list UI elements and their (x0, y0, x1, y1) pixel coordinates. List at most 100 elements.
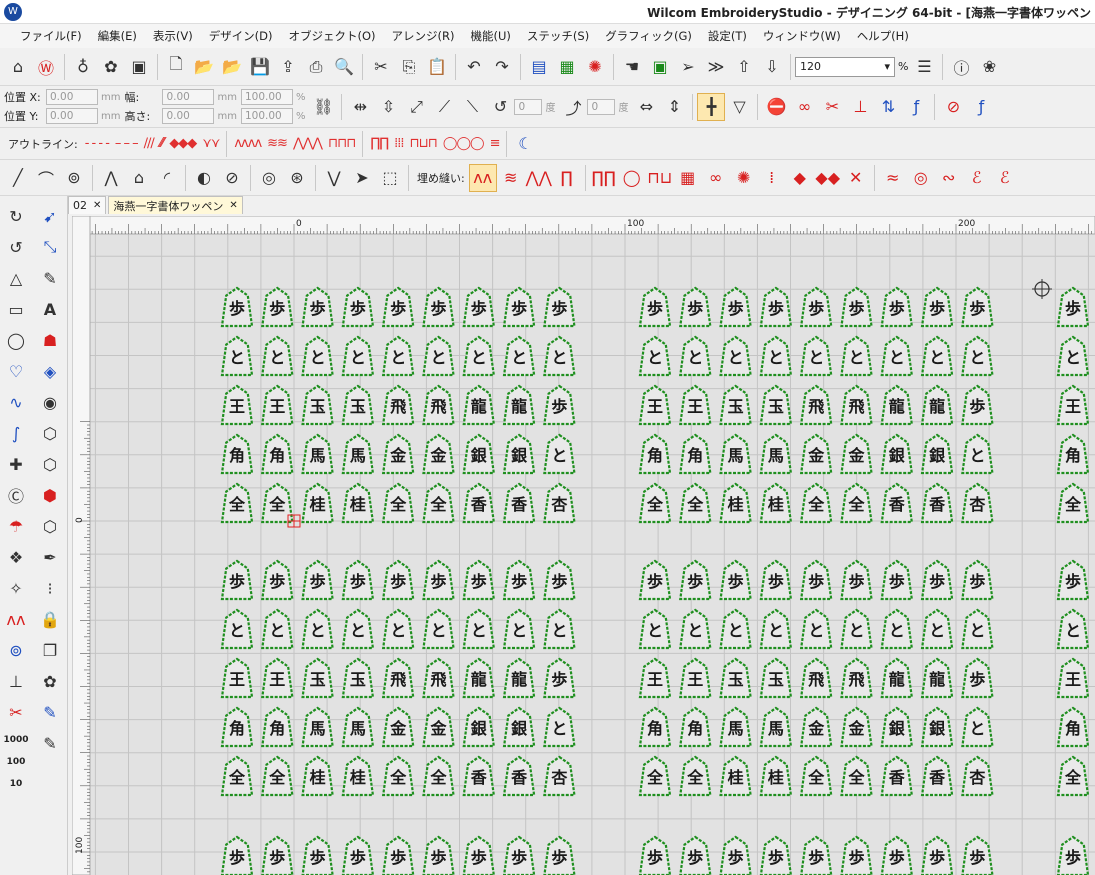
menu-arrange[interactable]: アレンジ(R) (384, 28, 463, 44)
scale-h-field[interactable]: 100.00 (240, 108, 293, 124)
feather-icon[interactable]: ⋎⋎ (202, 136, 220, 151)
grid-icon[interactable]: ✚ (2, 450, 30, 478)
rotate-field[interactable]: 0 (514, 98, 543, 115)
cc-icon[interactable]: Ⓒ (2, 481, 30, 509)
hoop-icon[interactable]: ▣ (125, 53, 153, 81)
fill-g-icon[interactable]: ⁞ (758, 164, 786, 192)
trim-icon[interactable]: ✂ (818, 93, 846, 121)
tie-icon[interactable]: ∞ (790, 93, 818, 121)
slant-field[interactable]: 0 (587, 98, 616, 115)
card-icon[interactable]: ▣ (646, 53, 674, 81)
menu-object[interactable]: オブジェクト(O) (281, 28, 384, 44)
lettering-icon[interactable]: A (36, 295, 64, 323)
needle-icon[interactable]: ✎ (36, 698, 64, 726)
menu-help[interactable]: ヘルプ(H) (849, 28, 917, 44)
hexagon-gray-icon[interactable]: ⬡ (36, 512, 64, 540)
step-100-label[interactable]: 100 (7, 751, 26, 773)
color-film-icon[interactable]: ✺ (581, 53, 609, 81)
export-icon[interactable]: ⇪ (274, 53, 302, 81)
tab-02[interactable]: 02 ✕ (68, 196, 107, 214)
stop-icon[interactable]: ⛔ (762, 93, 790, 121)
scale-w-field[interactable]: 100.00 (240, 89, 293, 105)
hand-icon[interactable]: ☚ (618, 53, 646, 81)
path-icon[interactable]: ⋁ (320, 164, 348, 192)
trim-left-icon[interactable]: ✂ (2, 698, 30, 726)
width-field[interactable]: 0.00 (162, 89, 215, 105)
freehand-icon[interactable]: ∿ (2, 388, 30, 416)
fill-a-icon[interactable]: ∏∏ (590, 164, 618, 192)
slant-icon[interactable]: ⤴ (559, 93, 587, 121)
zigzag-left-icon[interactable]: ʌʌ (2, 605, 30, 633)
zoom-select[interactable]: 120 ▾ (795, 56, 895, 77)
bead-icon[interactable]: ◆◆◆ (169, 136, 197, 151)
no-fx-icon[interactable]: ⊘ (939, 93, 967, 121)
motif-icon[interactable]: ◉ (36, 388, 64, 416)
group-icon[interactable]: ❐ (36, 636, 64, 664)
menu-function[interactable]: 機能(U) (463, 28, 519, 44)
shapes-icon[interactable]: ♡ (2, 357, 30, 385)
distribute-icon[interactable]: ⇕ (660, 93, 688, 121)
color-wand-icon[interactable]: ✧ (2, 574, 30, 602)
lock-icon[interactable]: 🔒 (36, 605, 64, 633)
freehand2-icon[interactable]: ∫ (2, 419, 30, 447)
plant-icon[interactable]: ❀ (975, 53, 1003, 81)
monogram-icon[interactable]: ◈ (36, 357, 64, 385)
dots-icon[interactable]: ⁝ (36, 574, 64, 602)
square-wave-icon[interactable]: ⊓⊔⊓ (409, 136, 437, 151)
align-icon[interactable]: ⇔ (632, 93, 660, 121)
crescent-icon[interactable]: ☾ (511, 130, 539, 158)
select-node-icon[interactable]: ⤡ (36, 233, 64, 261)
fx-icon[interactable]: ƒ (902, 93, 930, 121)
triple-run-icon[interactable]: – – – (115, 136, 139, 151)
reshape-node-icon[interactable]: ↻ (2, 202, 30, 230)
copy-icon[interactable]: ⎘ (395, 53, 423, 81)
fill-l-icon[interactable]: ∾ (935, 164, 963, 192)
curve-tool-icon[interactable]: ⌒ (32, 164, 60, 192)
height-field[interactable]: 0.00 (162, 108, 215, 124)
spiral-fill-icon[interactable]: ◎ (907, 164, 935, 192)
frame-satin-icon[interactable]: ∏∏ (370, 136, 389, 151)
menu-design[interactable]: デザイン(D) (201, 28, 281, 44)
pen-icon[interactable]: ✒ (36, 543, 64, 571)
polygon-icon[interactable]: ⌂ (125, 164, 153, 192)
triangle-down-icon[interactable]: ▽ (725, 93, 753, 121)
wilcom-icon[interactable]: Ⓦ (32, 53, 60, 81)
up-down-icon[interactable]: ⇅ (874, 93, 902, 121)
thread-left-icon[interactable]: ✿ (36, 667, 64, 695)
zigzag-fill-icon[interactable]: ⋀⋀ (525, 164, 553, 192)
app-logo-icon[interactable]: W (4, 2, 22, 21)
measure-icon[interactable]: ⊥ (2, 667, 30, 695)
zigzag-icon[interactable]: ⋀⋀⋀ (293, 136, 323, 151)
rotate-icon[interactable]: ↺ (486, 93, 514, 121)
rotate-free-icon[interactable]: ⤢ (402, 93, 430, 121)
fill-c-icon[interactable]: ⊓⊔ (646, 164, 674, 192)
reshape-icon[interactable]: ◐ (190, 164, 218, 192)
appliqué-icon[interactable]: ☂ (2, 512, 30, 540)
fill-d-icon[interactable]: ▦ (674, 164, 702, 192)
open-recent-icon[interactable]: 📂 (218, 53, 246, 81)
run-stitch-icon[interactable]: - - - - (85, 136, 110, 151)
cloud-up-icon[interactable]: ⇧ (730, 53, 758, 81)
target-icon[interactable]: ◎ (255, 164, 283, 192)
pos-x-field[interactable]: 0.00 (46, 89, 98, 105)
arrow-fill-icon[interactable]: ➤ (348, 164, 376, 192)
canvas-svg[interactable]: 0 100 2000100歩歩歩歩歩歩歩歩歩ととととととととと王王玉玉飛飛龍龍歩角角… (72, 216, 1095, 875)
print-preview-icon[interactable]: 🔍 (330, 53, 358, 81)
fill-b-icon[interactable]: ◯ (618, 164, 646, 192)
thread-icon[interactable]: ✿ (97, 53, 125, 81)
lines-icon[interactable]: ≡ (490, 136, 501, 151)
wheel-icon[interactable]: ⊛ (283, 164, 311, 192)
pos-y-field[interactable]: 0.00 (46, 108, 98, 124)
cut-icon[interactable]: ✂ (367, 53, 395, 81)
polyline-icon[interactable]: ⋀ (97, 164, 125, 192)
blanket-icon[interactable]: ≋≋ (267, 136, 288, 151)
menu-window[interactable]: ウィンドウ(W) (755, 28, 849, 44)
skew-icon[interactable]: ⟋ (430, 93, 458, 121)
skew2-icon[interactable]: ⟍ (458, 93, 486, 121)
select-arrow-icon[interactable]: ➹ (36, 202, 64, 230)
stitch-player-icon[interactable]: ▤ (525, 53, 553, 81)
team-names-icon[interactable]: ☗ (36, 326, 64, 354)
step-10-label[interactable]: 10 (10, 773, 23, 795)
e-stitch-icon[interactable]: ⁞⁞⁞ (394, 136, 404, 151)
knife-icon[interactable]: ⊘ (218, 164, 246, 192)
